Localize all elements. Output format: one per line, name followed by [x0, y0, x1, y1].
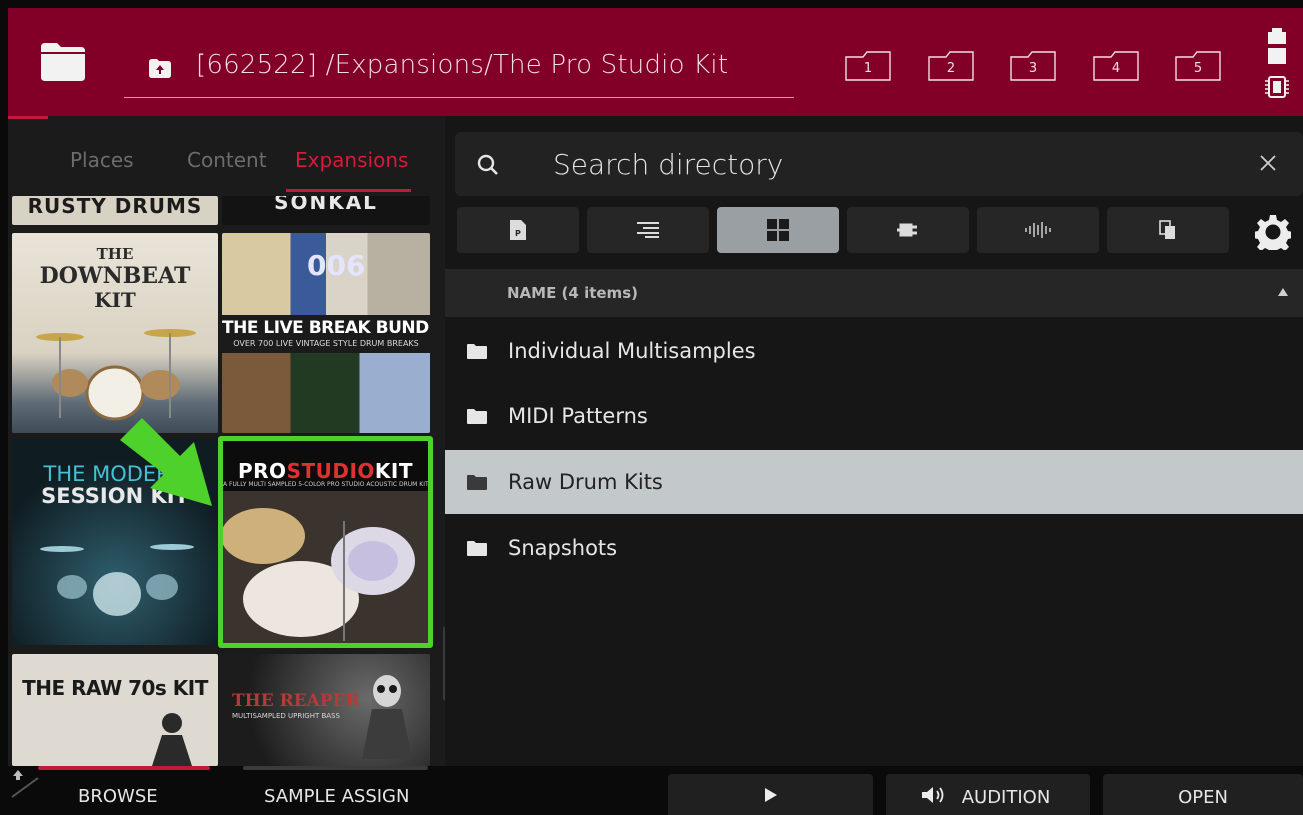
- tile-title: THE REAPER: [232, 691, 360, 711]
- slot-label: 1: [863, 61, 873, 76]
- play-button[interactable]: [668, 774, 873, 815]
- expansion-tile-downbeat-kit[interactable]: THE DOWNBEAT KIT: [12, 233, 218, 433]
- tile-title: RUSTY DRUMS: [27, 196, 203, 218]
- open-button[interactable]: OPEN: [1103, 774, 1303, 815]
- expansion-tile-rusty-drums[interactable]: RUSTY DRUMS: [12, 196, 218, 225]
- gear-icon[interactable]: [1255, 214, 1291, 250]
- slot-3-button[interactable]: 3: [1010, 51, 1056, 81]
- current-path: [662522] /Expansions/The Pro Studio Kit: [196, 50, 729, 80]
- folder-icon[interactable]: [41, 43, 85, 81]
- filter-plugin-button[interactable]: [847, 207, 969, 253]
- slot-5-button[interactable]: 5: [1175, 51, 1221, 81]
- highlight-arrow-icon: [120, 418, 212, 506]
- header-bar: [662522] /Expansions/The Pro Studio Kit …: [8, 8, 1303, 116]
- expansion-tile-live-break-bundle[interactable]: 006 THE LIVE BREAK BUNDLE OVER 700 LIVE …: [222, 233, 430, 433]
- slot-label: 5: [1193, 61, 1203, 76]
- record-covers-image-bottom: [222, 353, 430, 433]
- slot-4-button[interactable]: 4: [1093, 51, 1139, 81]
- slot-2-button[interactable]: 2: [928, 51, 974, 81]
- tile-number: 006: [307, 249, 366, 282]
- tab-expansions[interactable]: Expansions: [295, 148, 408, 172]
- search-icon: [477, 154, 498, 175]
- tile-title: PROSTUDIOKIT: [223, 459, 428, 483]
- active-tab-underline: [286, 189, 411, 192]
- filter-copy-button[interactable]: [1107, 207, 1229, 253]
- tile-title: SONKAL: [274, 196, 378, 214]
- grid-icon: [767, 219, 789, 241]
- filter-program-button[interactable]: P: [457, 207, 579, 253]
- memory-chip-icon: [1265, 76, 1289, 98]
- plugin-icon: [897, 223, 917, 237]
- expansion-tile-the-reaper[interactable]: THE REAPER MULTISAMPLED UPRIGHT BASS: [222, 654, 430, 766]
- search-input[interactable]: [553, 144, 1153, 184]
- tile-subtitle: A FULLY MULTI SAMPLED 5-COLOR PRO STUDIO…: [223, 481, 429, 488]
- expansion-tile-raw-70s-kit[interactable]: THE RAW 70s KIT: [12, 654, 218, 766]
- list-item-label: MIDI Patterns: [508, 404, 648, 428]
- folder-icon: [467, 409, 487, 424]
- tile-title: THE RAW 70s KIT: [22, 676, 208, 700]
- browse-indicator: [38, 766, 210, 770]
- list-icon: [637, 222, 659, 238]
- expansion-tile-pro-studio-kit[interactable]: PROSTUDIOKIT A FULLY MULTI SAMPLED 5-COL…: [218, 436, 433, 648]
- filter-audio-button[interactable]: [977, 207, 1099, 253]
- tile-title-bot: KIT: [94, 288, 136, 312]
- slot-1-button[interactable]: 1: [845, 51, 891, 81]
- svg-text:P: P: [515, 229, 521, 238]
- sample-assign-indicator: [243, 766, 428, 770]
- list-item-selected[interactable]: Raw Drum Kits: [445, 450, 1303, 514]
- open-label: OPEN: [1178, 787, 1228, 808]
- program-icon: P: [510, 220, 526, 240]
- list-item-label: Individual Multisamples: [508, 339, 756, 363]
- copy-icon: [1159, 220, 1175, 239]
- search-bar: [455, 132, 1303, 196]
- audition-button[interactable]: AUDITION: [886, 774, 1090, 815]
- expansion-tile-sonkal[interactable]: SONKAL: [222, 196, 430, 225]
- folder-icon: [467, 344, 487, 359]
- folder-icon: [467, 475, 487, 490]
- right-panel: P NAME (4 items): [445, 116, 1303, 766]
- list-item[interactable]: Individual Multisamples: [445, 319, 1303, 383]
- folder-up-icon[interactable]: [149, 59, 171, 78]
- filter-list-button[interactable]: [587, 207, 709, 253]
- waveform-icon: [1025, 222, 1051, 238]
- sort-ascending-icon[interactable]: [1278, 287, 1288, 297]
- bottom-bar: BROWSE SAMPLE ASSIGN AUDITION OPEN: [0, 766, 1303, 815]
- tile-title: THE LIVE BREAK BUNDLE: [222, 318, 430, 338]
- folder-icon: [467, 541, 487, 556]
- list-item[interactable]: Snapshots: [445, 516, 1303, 580]
- tile-title-pro: PRO: [238, 459, 287, 483]
- tab-content[interactable]: Content: [187, 148, 267, 172]
- column-name-label: NAME (4 items): [507, 284, 638, 302]
- tile-title-mid: DOWNBEAT: [39, 263, 191, 289]
- drum-kit-image: [36, 329, 196, 421]
- audition-label: AUDITION: [961, 787, 1051, 808]
- tab-places[interactable]: Places: [70, 148, 134, 172]
- reaper-skull-image: [362, 675, 412, 759]
- browser-tabs: Places Content Expansions: [8, 116, 445, 196]
- slot-label: 4: [1111, 61, 1121, 76]
- list-column-header[interactable]: NAME (4 items): [445, 269, 1303, 317]
- drummer-image: [152, 713, 192, 766]
- slot-label: 3: [1028, 61, 1038, 76]
- tile-title-kit: KIT: [374, 459, 413, 483]
- shift-up-icon: [11, 770, 39, 798]
- list-item-label: Snapshots: [508, 536, 618, 560]
- battery-icon: [1268, 28, 1286, 64]
- tile-title-top: THE: [96, 245, 134, 263]
- filter-grid-button[interactable]: [717, 207, 839, 253]
- slot-label: 2: [946, 61, 956, 76]
- drum-kit-image: [40, 544, 194, 616]
- list-item[interactable]: MIDI Patterns: [445, 384, 1303, 448]
- path-field[interactable]: [662522] /Expansions/The Pro Studio Kit: [124, 40, 794, 98]
- tile-title-studio: STUDIO: [286, 459, 375, 483]
- drum-kit-photo: [223, 491, 428, 643]
- tile-subtitle: OVER 700 LIVE VINTAGE STYLE DRUM BREAKS: [233, 339, 419, 348]
- tile-subtitle: MULTISAMPLED UPRIGHT BASS: [232, 712, 340, 720]
- close-icon[interactable]: [1259, 154, 1277, 172]
- play-icon: [765, 788, 777, 802]
- list-item-label: Raw Drum Kits: [508, 470, 663, 494]
- sample-assign-button[interactable]: SAMPLE ASSIGN: [264, 786, 409, 807]
- browse-button[interactable]: BROWSE: [78, 786, 158, 807]
